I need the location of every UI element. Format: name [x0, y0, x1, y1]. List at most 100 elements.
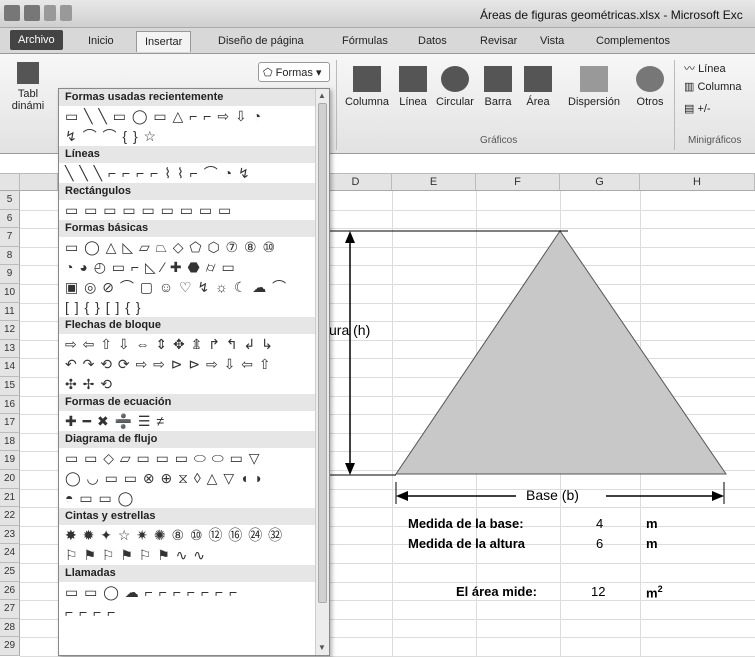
sparkline-linea-button[interactable]: 〰 Línea — [684, 60, 726, 76]
save-icon[interactable] — [24, 5, 40, 21]
shapes-gallery-scrollbar[interactable]: ▲ ▼ — [315, 89, 329, 655]
chart-circular-button[interactable]: Circular — [432, 66, 478, 108]
chart-dispersion-button[interactable]: Dispersión — [562, 66, 626, 108]
tab-complementos[interactable]: Complementos — [596, 35, 670, 47]
sparkline-winloss-icon: ▤ — [684, 103, 698, 115]
divider — [674, 60, 675, 150]
row-header[interactable]: 20 — [0, 470, 20, 489]
column-header[interactable] — [20, 174, 58, 191]
row-header[interactable]: 29 — [0, 637, 20, 656]
column-header-f[interactable]: F — [476, 174, 560, 191]
sparklines-group-label: Minigráficos — [688, 135, 742, 146]
select-all-corner[interactable] — [0, 174, 20, 191]
chart-barra-button[interactable]: Barra — [480, 66, 516, 108]
scroll-down-icon[interactable]: ▼ — [318, 643, 326, 652]
row-header[interactable]: 22 — [0, 507, 20, 526]
sparkline-linea-label: Línea — [698, 63, 726, 75]
column-header-h[interactable]: H — [640, 174, 755, 191]
shapes-row[interactable]: ◯ ◡ ▭ ▭ ⊗ ⊕ ⧖ ◊ △ ▽ ◖ ◗ — [59, 468, 329, 488]
tab-archivo[interactable]: Archivo — [10, 30, 63, 50]
tab-inicio[interactable]: Inicio — [88, 35, 114, 47]
row-header[interactable]: 11 — [0, 302, 20, 322]
shapes-row[interactable]: ✸ ✹ ✦ ☆ ✷ ✺ ⑧ ⑩ ⑫ ⑯ ㉔ ㉜ — [59, 525, 329, 545]
row-header[interactable]: 19 — [0, 451, 20, 470]
chart-otros-button[interactable]: Otros — [630, 66, 670, 108]
column-header-d[interactable]: D — [320, 174, 392, 191]
chart-otros-label: Otros — [636, 96, 664, 108]
row-header[interactable]: 15 — [0, 377, 20, 396]
chart-columna-button[interactable]: Columna — [342, 66, 392, 108]
excel-logo-icon[interactable] — [4, 5, 20, 21]
tab-vista[interactable]: Vista — [540, 35, 564, 47]
row-header[interactable]: 6 — [0, 209, 20, 229]
row-header[interactable]: 17 — [0, 414, 20, 433]
shapes-section-title: Rectángulos — [59, 183, 329, 200]
row-header[interactable]: 18 — [0, 432, 20, 452]
row-header[interactable]: 14 — [0, 358, 20, 377]
shapes-row[interactable]: [ ] { } [ ] { } — [59, 297, 329, 317]
row-header[interactable]: 9 — [0, 265, 20, 284]
shapes-row[interactable]: ⇨ ⇦ ⇧ ⇩ ⇔ ⇕ ✥ ⇭ ↱ ↰ ↲ ↳ — [59, 334, 329, 354]
shapes-row[interactable]: ↶ ↷ ⟲ ⟳ ⇨ ⇨ ⊳ ⊳ ⇨ ⇩ ⇦ ⇧ — [59, 354, 329, 374]
scroll-thumb[interactable] — [318, 103, 327, 603]
pivot-table-button[interactable]: Tabl dinámi — [4, 62, 52, 112]
tab-revisar[interactable]: Revisar — [480, 35, 517, 47]
shapes-row[interactable]: ↯ ⌒ ⌒ { } ☆ — [59, 126, 329, 146]
sparkline-winloss-button[interactable]: ▤ +/- — [684, 102, 711, 115]
triangle-drawing[interactable] — [320, 191, 755, 491]
area-unit-exponent: 2 — [657, 584, 663, 594]
shapes-row[interactable]: ╲ ╲ ╲ ⌐ ⌐ ⌐ ⌐ ⌇ ⌇ ⌐ ⌒ ◔ ↯ — [59, 163, 329, 183]
sparkline-columna-button[interactable]: ▥ Columna — [684, 80, 741, 93]
tab-insertar[interactable]: Insertar — [136, 31, 192, 52]
redo-icon[interactable] — [60, 5, 72, 21]
row-header[interactable]: 7 — [0, 228, 20, 247]
tab-datos[interactable]: Datos — [418, 35, 447, 47]
formas-icon: ⬠ — [263, 67, 276, 79]
column-header-g[interactable]: G — [560, 174, 640, 191]
medida-base-value[interactable]: 4 — [596, 516, 603, 531]
column-header-e[interactable]: E — [392, 174, 476, 191]
row-header[interactable]: 5 — [0, 191, 20, 210]
scroll-up-icon[interactable]: ▲ — [318, 91, 326, 100]
chart-linea-button[interactable]: Línea — [396, 66, 430, 108]
shapes-row[interactable]: ▭ ╲ ╲ ▭ ◯ ▭ △ ⌐ ⌐ ⇨ ⇩ ◔ — [59, 106, 329, 126]
row-header[interactable]: 24 — [0, 544, 20, 563]
pivot-table-label-2: dinámi — [11, 100, 45, 112]
shapes-row[interactable]: ✣ ✢ ⟲ — [59, 374, 329, 394]
tab-formulas[interactable]: Fórmulas — [342, 35, 388, 47]
row-header[interactable]: 12 — [0, 321, 20, 340]
shapes-section-title: Formas de ecuación — [59, 394, 329, 411]
area-unit: m2 — [646, 584, 663, 600]
row-header[interactable]: 26 — [0, 581, 20, 601]
row-header[interactable]: 10 — [0, 284, 20, 303]
chevron-down-icon: ▾ — [312, 67, 322, 79]
shapes-row[interactable]: ✚ ━ ✖ ➗ ☰ ≠ — [59, 411, 329, 431]
row-header[interactable]: 13 — [0, 339, 20, 359]
chart-linea-label: Línea — [399, 96, 427, 108]
shapes-row[interactable]: ◔ ◕ ◴ ▭ ⌐ ◺ ⁄ ✚ ⬣ ⌭ ▭ — [59, 257, 329, 277]
triangle-shape[interactable] — [395, 230, 727, 475]
row-header[interactable]: 27 — [0, 600, 20, 619]
shapes-row[interactable]: ▭ ◯ △ ◺ ▱ ⏢ ◇ ⬠ ⬡ ⑦ ⑧ ⑩ — [59, 237, 329, 257]
tab-diseno-pagina[interactable]: Diseño de página — [218, 35, 304, 47]
formas-button[interactable]: ⬠ Formas ▾ — [258, 62, 330, 82]
medida-altura-value[interactable]: 6 — [596, 536, 603, 551]
chart-columna-label: Columna — [344, 96, 390, 108]
row-header[interactable]: 23 — [0, 525, 20, 545]
shapes-row[interactable]: ◓ ▭ ▭ ◯ — [59, 488, 329, 508]
row-header[interactable]: 16 — [0, 395, 20, 415]
undo-icon[interactable] — [44, 5, 56, 21]
row-header[interactable]: 28 — [0, 618, 20, 638]
chart-area-button[interactable]: Área — [520, 66, 556, 108]
shapes-row[interactable]: ▭ ▭ ◯ ☁ ⌐ ⌐ ⌐ ⌐ ⌐ ⌐ ⌐ — [59, 582, 329, 602]
column-chart-icon — [353, 66, 381, 92]
row-header[interactable]: 8 — [0, 246, 20, 266]
area-value[interactable]: 12 — [591, 584, 605, 599]
shapes-row[interactable]: ⌐ ⌐ ⌐ ⌐ — [59, 602, 329, 622]
row-header[interactable]: 25 — [0, 563, 20, 582]
shapes-row[interactable]: ▭ ▭ ◇ ▱ ▭ ▭ ▭ ⬭ ⬭ ▭ ▽ — [59, 448, 329, 468]
shapes-row[interactable]: ▭ ▭ ▭ ▭ ▭ ▭ ▭ ▭ ▭ — [59, 200, 329, 220]
shapes-row[interactable]: ⚐ ⚑ ⚐ ⚑ ⚐ ⚑ ∿ ∿ — [59, 545, 329, 565]
shapes-row[interactable]: ▣ ◎ ⊘ ⌒ ▢ ☺ ♡ ↯ ☼ ☾ ☁ ⌒ — [59, 277, 329, 297]
row-header[interactable]: 21 — [0, 488, 20, 508]
